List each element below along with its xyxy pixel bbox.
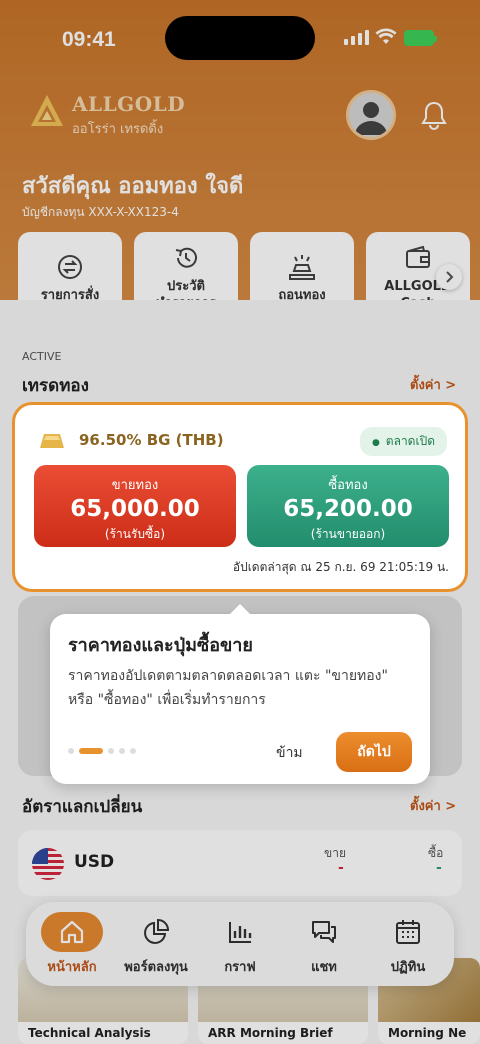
home-icon	[60, 920, 84, 944]
us-flag-icon	[32, 848, 64, 880]
fx-buy-value: -	[436, 860, 442, 876]
trade-section-title: เทรดทอง	[22, 376, 89, 396]
nav-chart[interactable]: กราฟ	[198, 912, 282, 977]
nav-portfolio-label: พอร์ตลงทุน	[124, 960, 188, 975]
bar-chart-icon	[229, 922, 252, 943]
buy-price: 65,200.00	[283, 496, 413, 522]
gold-price-card-highlighted: 96.50% BG (THB) ตลาดเปิด ขายทอง 65,000.0…	[12, 402, 468, 592]
fx-currency-code: USD	[74, 852, 115, 872]
history-icon	[175, 247, 197, 268]
brand-subtitle: ออโรร่า เทรดดิ้ง	[72, 122, 164, 137]
gold-bars-icon	[289, 254, 315, 280]
nav-home-label: หน้าหลัก	[47, 960, 97, 975]
chat-icon	[312, 921, 336, 943]
calendar-icon	[396, 920, 420, 944]
tooltip-title: ราคาทองและปุ่มซื้อขาย	[68, 635, 253, 656]
bell-icon[interactable]	[420, 100, 448, 130]
fx-settings-link[interactable]: ตั้งค่า >	[410, 795, 456, 816]
step-dot-active	[79, 748, 103, 754]
trade-settings-link[interactable]: ตั้งค่า >	[410, 374, 456, 395]
step-dot	[130, 748, 136, 754]
coachmark-tooltip: ราคาทองและปุ่มซื้อขาย ราคาทองอัปเดตตามตล…	[50, 604, 430, 784]
last-updated: อัปเดตล่าสุด ณ 25 ก.ย. 69 21:05:19 น.	[232, 560, 449, 574]
next-button[interactable]: ถัดไป	[336, 732, 412, 772]
gold-bar-icon	[40, 434, 64, 448]
step-dot	[119, 748, 125, 754]
greeting-title: สวัสดีคุณ ออมทอง ใจดี	[22, 174, 244, 199]
nav-calendar[interactable]: ปฏิทิน	[366, 912, 450, 977]
chevron-right-icon	[446, 271, 454, 283]
user-icon	[355, 102, 387, 135]
account-number: บัญชีกลงทุน XXX-X-XX123-4	[22, 205, 179, 219]
bottom-navigation: หน้าหลัก พอร์ตลงทุน กราฟ แชท ปฏิทิน	[26, 902, 454, 986]
active-label: ACTIVE	[22, 350, 62, 363]
buy-label: ซื้อทอง	[328, 478, 368, 493]
news-title: Technical Analysis	[28, 1026, 151, 1040]
gold-product-name: 96.50% BG (THB)	[79, 431, 224, 449]
swap-icon	[58, 254, 82, 279]
dynamic-island	[165, 16, 315, 60]
status-time: 09:41	[62, 28, 116, 51]
brand-name: ALLGOLD	[72, 92, 186, 116]
status-bar: 09:41	[0, 0, 480, 80]
sell-label: ขายทอง	[111, 478, 159, 493]
nav-home[interactable]: หน้าหลัก	[30, 912, 114, 977]
profile-avatar[interactable]	[346, 90, 396, 140]
tooltip-body: ราคาทองอัปเดตตามตลาดตลอดเวลา แตะ "ขายทอง…	[68, 668, 388, 708]
wallet-icon	[406, 245, 430, 268]
sell-gold-button[interactable]: ขายทอง 65,000.00 (ร้านรับซื้อ)	[34, 465, 236, 547]
skip-button[interactable]: ข้าม	[276, 742, 303, 764]
news-title: Morning Ne	[388, 1026, 467, 1040]
fx-section-title: อัตราแลกเปลี่ยน	[22, 797, 143, 817]
sell-price: 65,000.00	[70, 496, 200, 522]
brand-logo-icon	[31, 95, 63, 126]
nav-chat[interactable]: แชท	[282, 912, 366, 977]
step-dot	[68, 748, 74, 754]
signal-icon	[344, 30, 369, 45]
menu-scroll-right-button[interactable]	[436, 264, 462, 290]
buy-sub: (ร้านขายออก)	[310, 527, 386, 541]
nav-chat-label: แชท	[311, 960, 337, 975]
fx-row[interactable]: USD ขาย ซื้อ - -	[18, 830, 462, 896]
market-status-badge: ตลาดเปิด	[359, 427, 447, 456]
fx-sell-value: -	[338, 860, 344, 876]
wifi-icon	[375, 28, 397, 44]
step-dot	[108, 748, 114, 754]
step-indicator	[68, 748, 136, 754]
pie-chart-icon	[144, 918, 170, 944]
buy-gold-button[interactable]: ซื้อทอง 65,200.00 (ร้านขายออก)	[247, 465, 449, 547]
sell-sub: (ร้านรับซื้อ)	[104, 527, 166, 541]
nav-chart-label: กราฟ	[224, 960, 256, 975]
nav-calendar-label: ปฏิทิน	[390, 960, 426, 975]
news-title: ARR Morning Brief	[208, 1026, 333, 1040]
nav-portfolio[interactable]: พอร์ตลงทุน	[114, 912, 198, 977]
battery-icon	[404, 30, 437, 46]
